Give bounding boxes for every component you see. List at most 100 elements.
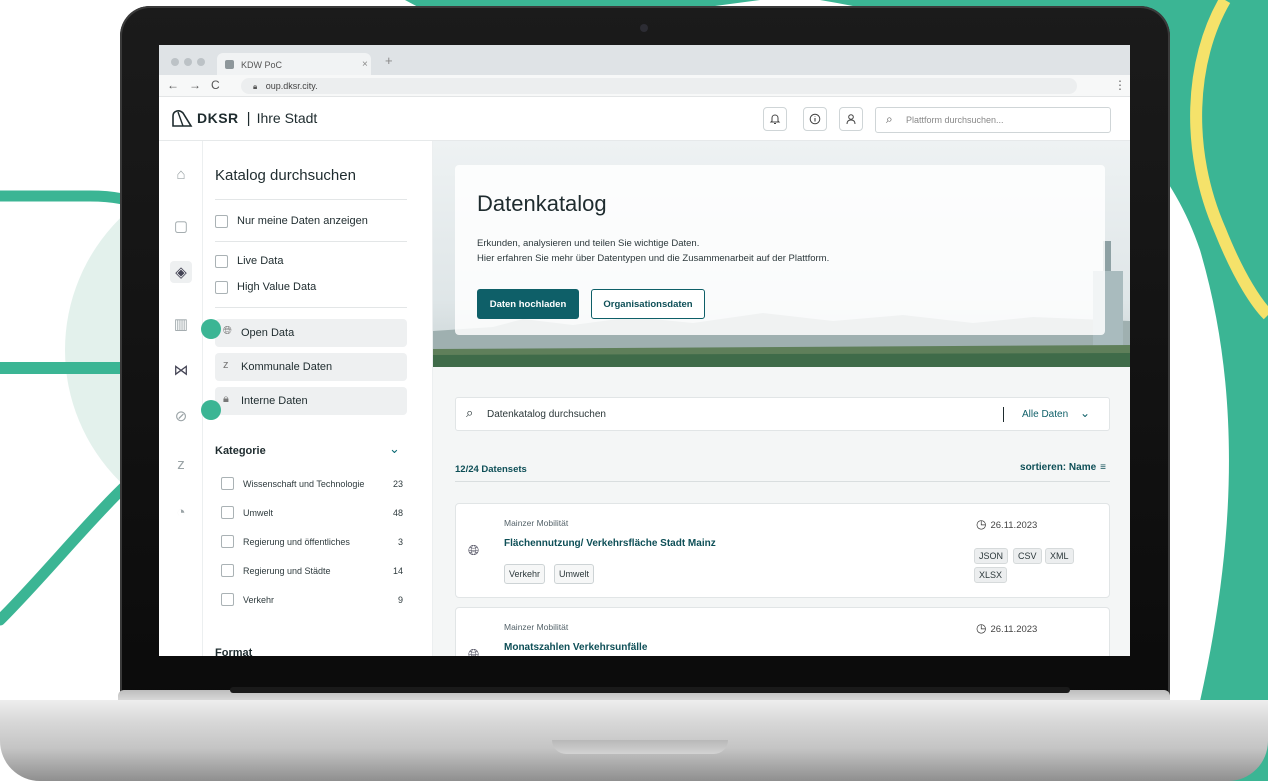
live-data-checkbox[interactable] — [215, 255, 228, 268]
platform-search-input[interactable]: ⌕ Plattform durchsuchen... — [875, 107, 1111, 133]
window-maximize-dot[interactable] — [197, 58, 205, 66]
category-row[interactable]: Verkehr 9 — [221, 593, 403, 607]
dataset-count: 12/24 Datensets — [455, 464, 527, 475]
dataset-organisation: Mainzer Mobilität — [504, 518, 569, 528]
open-data-filter[interactable]: 🌐︎ Open Data — [215, 319, 407, 347]
format-section-title: Format — [215, 647, 253, 656]
forward-arrow-icon[interactable]: → — [189, 78, 201, 92]
bar-chart-icon[interactable]: ▥ — [170, 313, 192, 335]
gauge-icon[interactable]: ◔ — [170, 501, 192, 523]
tab-close-icon[interactable]: × — [362, 59, 368, 70]
hero-description-line1: Erkunden, analysieren und teilen Sie wic… — [477, 238, 700, 249]
globe-icon: 🌐︎ — [468, 542, 480, 558]
category-section-title: Kategorie — [215, 445, 266, 457]
open-data-label: Open Data — [241, 327, 295, 339]
reload-icon[interactable]: C — [211, 78, 220, 92]
sort-label: sortieren: Name — [1020, 462, 1097, 473]
platform-search-placeholder: Plattform durchsuchen... — [906, 115, 1004, 125]
user-button[interactable] — [839, 107, 863, 131]
info-button[interactable] — [803, 107, 827, 131]
category-checkbox[interactable] — [221, 593, 234, 606]
category-row[interactable]: Regierung und Städte 14 — [221, 564, 403, 578]
url-field[interactable]: 🔒︎ oup.dksr.city. — [241, 78, 1077, 94]
category-label: Wissenschaft und Technologie — [243, 479, 365, 489]
format-badge: XML — [1045, 548, 1074, 564]
dksr-logo-icon — [172, 110, 193, 127]
category-count: 9 — [397, 595, 403, 605]
format-badge: CSV — [1013, 548, 1042, 564]
browser-menu-icon[interactable]: ⋮ — [1114, 78, 1126, 92]
catalog-search-input[interactable]: ⌕ Datenkatalog durchsuchen Alle Daten ⌄ — [455, 397, 1110, 431]
sidebar-divider — [215, 241, 407, 242]
municipal-data-label: Kommunale Daten — [241, 361, 333, 373]
category-checkbox[interactable] — [221, 477, 234, 490]
laptop-screen: KDW PoC × + ← → C 🔒︎ oup.dksr.city. ⋮ DK… — [159, 45, 1130, 656]
browser-tab-bar: KDW PoC × + — [159, 45, 1130, 75]
home-icon[interactable]: ⌂ — [170, 163, 192, 185]
sort-control[interactable]: sortieren: Name ≡ — [1020, 462, 1106, 473]
window-controls — [171, 58, 205, 66]
dataset-title[interactable]: Flächennutzung/ Verkehrsfläche Stadt Mai… — [504, 538, 716, 549]
high-value-data-checkbox[interactable] — [215, 281, 228, 294]
sort-icon: ≡ — [1100, 462, 1106, 473]
back-arrow-icon[interactable]: ← — [167, 78, 179, 92]
category-row[interactable]: Umwelt 48 — [221, 506, 403, 520]
layers-icon[interactable]: ◈ — [170, 261, 192, 283]
internal-data-label: Interne Daten — [241, 395, 308, 407]
search-icon: ⌕ — [886, 112, 893, 126]
user-icon — [846, 114, 856, 125]
municipal-data-filter[interactable]: ᴢ Kommunale Daten — [215, 353, 407, 381]
filter-sidebar: Katalog durchsuchen Nur meine Daten anze… — [203, 141, 433, 656]
chevron-down-icon[interactable]: ⌄ — [1080, 406, 1090, 420]
organisation-data-button[interactable]: Organisationsdaten — [591, 289, 705, 319]
dataset-title[interactable]: Monatszahlen Verkehrsunfälle — [504, 642, 647, 653]
category-label: Verkehr — [243, 595, 275, 605]
notifications-button[interactable] — [763, 107, 787, 131]
data-scope-dropdown[interactable]: Alle Daten — [1022, 409, 1068, 420]
app-header: DKSR | Ihre Stadt ⌕ Plattform durchsuche… — [159, 97, 1130, 141]
plug-icon: ᴢ — [223, 359, 229, 371]
chevron-down-icon[interactable]: ⌄ — [389, 441, 400, 457]
brand-name: DKSR — [197, 110, 239, 126]
browser-tab-title: KDW PoC — [241, 60, 283, 70]
format-badge: XLSX — [974, 567, 1008, 583]
main-content: Datenkatalog Erkunden, analysieren und t… — [433, 141, 1130, 656]
dataset-card[interactable]: 🌐︎ Mainzer Mobilität Monatszahlen Verkeh… — [455, 607, 1110, 656]
hero-banner: Datenkatalog Erkunden, analysieren und t… — [433, 141, 1130, 367]
category-count: 48 — [392, 508, 403, 518]
clock-icon: ◷ — [976, 517, 987, 531]
category-checkbox[interactable] — [221, 506, 234, 519]
lock-icon: 🔒︎ — [223, 393, 229, 405]
dataset-date: ◷ 26.11.2023 — [976, 517, 1037, 531]
my-data-checkbox[interactable] — [215, 215, 228, 228]
dataset-tag[interactable]: Verkehr — [504, 564, 546, 584]
split-icon[interactable]: ⋈ — [170, 359, 192, 381]
brand-separator: | — [246, 109, 251, 127]
layout-icon[interactable]: ▢ — [170, 215, 192, 237]
hero-title: Datenkatalog — [477, 191, 607, 216]
category-row[interactable]: Wissenschaft und Technologie 23 — [221, 477, 403, 491]
browser-tab[interactable]: KDW PoC × — [217, 53, 371, 75]
my-data-label: Nur meine Daten anzeigen — [237, 215, 368, 227]
category-checkbox[interactable] — [221, 535, 234, 548]
category-checkbox[interactable] — [221, 564, 234, 577]
catalog-search-placeholder: Datenkatalog durchsuchen — [487, 409, 606, 420]
brand-logo[interactable]: DKSR | Ihre Stadt — [171, 108, 317, 128]
url-text: oup.dksr.city. — [265, 81, 318, 91]
laptop-hinge-band — [230, 687, 1070, 693]
new-tab-icon[interactable]: + — [385, 53, 393, 68]
category-label: Umwelt — [243, 508, 274, 518]
category-count: 23 — [392, 479, 403, 489]
upload-data-button[interactable]: Daten hochladen — [477, 289, 579, 319]
dataset-card[interactable]: 🌐︎ Mainzer Mobilität Flächennutzung/ Ver… — [455, 503, 1110, 598]
plug-icon[interactable]: ᴢ — [170, 453, 192, 475]
internal-data-filter[interactable]: 🔒︎ Interne Daten — [215, 387, 407, 415]
window-minimize-dot[interactable] — [184, 58, 192, 66]
dataset-tag[interactable]: Umwelt — [554, 564, 595, 584]
dataset-date-text: 26.11.2023 — [990, 520, 1038, 531]
window-close-dot[interactable] — [171, 58, 179, 66]
compass-icon[interactable]: ⊘ — [170, 405, 192, 427]
category-row[interactable]: Regierung und öffentliches 3 — [221, 535, 403, 549]
sidebar-title: Katalog durchsuchen — [215, 167, 356, 184]
favicon-icon — [225, 60, 234, 69]
